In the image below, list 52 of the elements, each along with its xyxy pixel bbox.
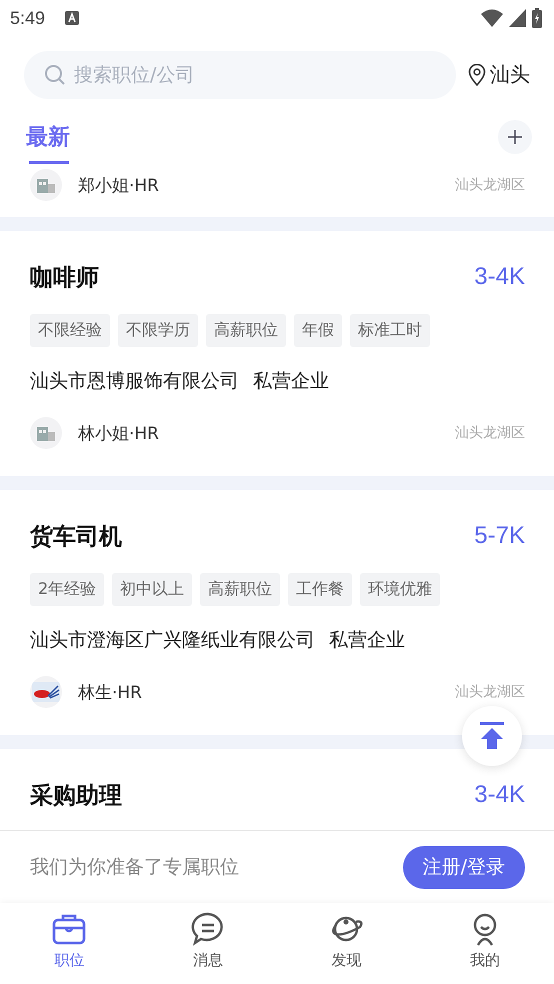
status-time: 5:49: [10, 8, 46, 28]
job-tag: 年假: [294, 314, 342, 347]
job-card[interactable]: 咖啡师 3-4K 不限经验 不限学历 高薪职位 年假 标准工时 汕头市恩博服饰有限公司 私营企业 林小姐·HR 汕头龙湖区: [0, 231, 554, 476]
company-name: 汕头市澄海区广兴隆纸业有限公司: [30, 628, 315, 653]
location-pin-icon: [468, 64, 486, 86]
job-tag: 不限经验: [30, 314, 110, 347]
chat-bubble-icon: [190, 911, 226, 947]
salary: 3-4K: [474, 263, 525, 291]
register-login-button[interactable]: 注册/登录: [402, 846, 525, 888]
recruiter-name: 郑小姐·HR: [78, 174, 160, 196]
job-tag: 工作餐: [288, 573, 352, 606]
job-tag: 环境优雅: [360, 573, 440, 606]
job-tag: 高薪职位: [200, 573, 280, 606]
keyboard-icon: [65, 11, 80, 25]
job-tag: 不限学历: [118, 314, 198, 347]
banner-text: 我们为你准备了专属职位: [30, 855, 239, 880]
add-button[interactable]: [498, 120, 532, 154]
job-location: 汕头龙湖区: [455, 683, 525, 701]
latest-tab[interactable]: 最新: [26, 122, 70, 152]
job-title: 货车司机: [30, 522, 122, 552]
company-avatar: [30, 417, 62, 449]
job-card[interactable]: 货车司机 5-7K 2年经验 初中以上 高薪职位 工作餐 环境优雅 汕头市澄海区广兴隆纸业有限公司 私营企业 林生·HR 汕头龙湖区: [0, 490, 554, 735]
nav-tab[interactable]: 发现: [277, 903, 416, 984]
nav-tab[interactable]: 我的: [416, 903, 554, 984]
city-selector[interactable]: 汕头: [468, 61, 530, 88]
company-name: 汕头市恩博服饰有限公司: [30, 369, 239, 394]
job-location: 汕头龙湖区: [455, 176, 525, 194]
salary: 3-4K: [474, 781, 525, 809]
nav-tab[interactable]: 消息: [138, 903, 277, 984]
search-field[interactable]: 搜索职位/公司: [24, 50, 456, 98]
nav-tab[interactable]: 职位: [0, 903, 138, 984]
search-icon: [44, 64, 66, 86]
job-location: 汕头龙湖区: [455, 424, 525, 442]
company-type: 私营企业: [253, 369, 329, 394]
job-tag: 2年经验: [30, 573, 104, 606]
job-title: 采购助理: [30, 782, 122, 810]
job-title: 咖啡师: [30, 264, 99, 292]
job-tag: 初中以上: [112, 573, 192, 606]
job-tag: 高薪职位: [206, 314, 286, 347]
plus-icon: [508, 130, 522, 144]
salary: 5-7K: [474, 522, 525, 550]
wifi-icon: [481, 9, 503, 27]
arrow-up-icon: [479, 722, 505, 750]
company-type: 私营企业: [329, 628, 405, 653]
signal-icon: [509, 9, 526, 27]
job-tag: 标准工时: [350, 314, 430, 347]
job-card[interactable]: 采购助理 3-4K: [0, 749, 554, 830]
recruiter-name: 林小姐·HR: [78, 422, 160, 444]
company-avatar: [30, 169, 62, 201]
company-avatar: [30, 676, 62, 708]
recruiter-name: 林生·HR: [78, 682, 143, 704]
battery-icon: [532, 8, 542, 28]
